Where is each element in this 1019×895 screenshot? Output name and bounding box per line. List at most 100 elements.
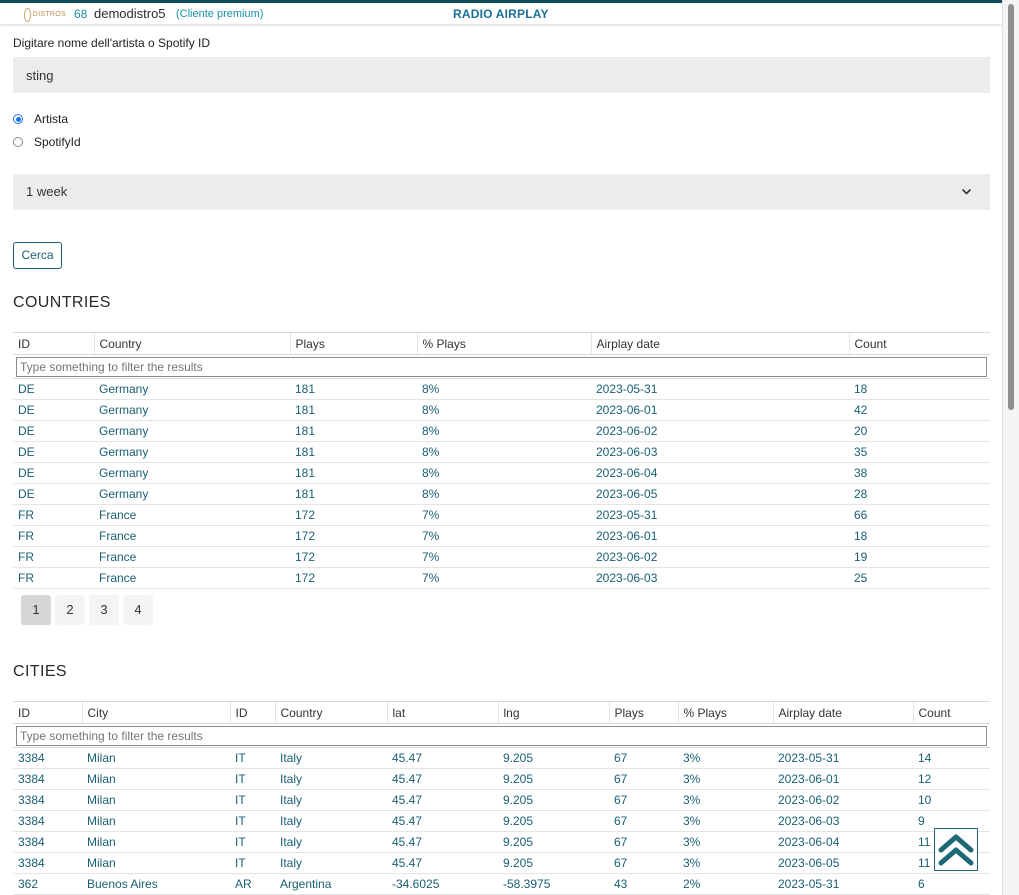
city-row-cell: 67 [609, 810, 678, 832]
col-header-country[interactable]: Country [274, 701, 387, 724]
logo-swirl-icon [24, 7, 31, 22]
city-row-cell: Milan [82, 831, 230, 853]
city-row-cell: Italy [275, 747, 387, 769]
scrollbar-thumb[interactable] [1008, 4, 1014, 410]
cities-header-row: ID City ID Country lat lng Plays % Plays… [13, 701, 990, 724]
country-row-cell: 19 [849, 546, 990, 568]
country-row-cell: 172 [290, 567, 417, 589]
col-header-plays[interactable]: Plays [289, 332, 417, 355]
country-row[interactable]: FR France 172 7% 2023-05-31 66 [13, 504, 990, 526]
country-row[interactable]: DE Germany 181 8% 2023-06-01 42 [13, 399, 990, 421]
countries-filter-input[interactable] [16, 356, 987, 377]
col-header-plays[interactable]: Plays [608, 701, 678, 724]
country-row-cell: France [94, 525, 290, 547]
city-row-cell: 3384 [13, 789, 82, 811]
scroll-top-button[interactable] [934, 828, 978, 871]
country-row-cell: 20 [849, 420, 990, 442]
country-row-cell: FR [13, 546, 94, 568]
country-row-cell: France [94, 546, 290, 568]
country-row-cell: 2023-05-31 [591, 378, 849, 400]
country-row-cell: 8% [417, 462, 591, 484]
country-row-cell: DE [13, 483, 94, 505]
page-button-3[interactable]: 3 [89, 595, 119, 625]
country-row[interactable]: DE Germany 181 8% 2023-06-03 35 [13, 441, 990, 463]
city-row-cell: -58.3975 [498, 873, 609, 895]
page-button-2[interactable]: 2 [55, 595, 85, 625]
username[interactable]: demodistro5 [94, 6, 166, 21]
country-row-cell: 38 [849, 462, 990, 484]
city-row-cell: Italy [275, 768, 387, 790]
city-row[interactable]: 3384 Milan IT Italy 45.47 9.205 67 3% 2023-06-04… [13, 831, 990, 853]
col-header-percent-plays[interactable]: % Plays [677, 701, 773, 724]
city-row-cell: 67 [609, 747, 678, 769]
country-row[interactable]: FR France 172 7% 2023-06-01 18 [13, 525, 990, 547]
radio-artista[interactable]: Artista [13, 112, 68, 126]
city-row-cell: Buenos Aires [82, 873, 230, 895]
col-header-count[interactable]: Count [912, 701, 990, 724]
city-row-cell: 362 [13, 873, 82, 895]
radio-spotifyid-dot[interactable] [13, 137, 23, 147]
col-header-airplay-date[interactable]: Airplay date [590, 332, 849, 355]
country-row-cell: Germany [94, 399, 290, 421]
city-row-cell: Milan [82, 810, 230, 832]
city-row-cell: 3% [678, 747, 773, 769]
country-row-cell: Germany [94, 441, 290, 463]
country-row-cell: 181 [290, 462, 417, 484]
city-row-cell: 9.205 [498, 747, 609, 769]
country-row[interactable]: DE Germany 181 8% 2023-06-04 38 [13, 462, 990, 484]
city-row-cell: 67 [609, 831, 678, 853]
city-row-cell: 3% [678, 768, 773, 790]
city-row[interactable]: 3384 Milan IT Italy 45.47 9.205 67 3% 2023-06-01… [13, 768, 990, 790]
artist-search-input[interactable] [13, 57, 990, 93]
country-row-cell: FR [13, 504, 94, 526]
period-select[interactable]: 1 week [13, 174, 990, 210]
country-row[interactable]: DE Germany 181 8% 2023-06-05 28 [13, 483, 990, 505]
city-row-cell: 3384 [13, 831, 82, 853]
page-button-1[interactable]: 1 [21, 595, 51, 625]
country-row-cell: 2023-06-04 [591, 462, 849, 484]
cerca-button[interactable]: Cerca [13, 242, 62, 269]
city-row-cell: Milan [82, 768, 230, 790]
col-header-id[interactable]: ID [13, 332, 94, 355]
radio-artista-dot[interactable] [13, 114, 23, 124]
page-button-4[interactable]: 4 [123, 595, 153, 625]
double-chevron-up-icon [938, 834, 974, 866]
city-row-cell: 43 [609, 873, 678, 895]
col-header-country-id[interactable]: ID [229, 701, 275, 724]
col-header-lat[interactable]: lat [386, 701, 498, 724]
city-row-cell: 3384 [13, 768, 82, 790]
country-row[interactable]: DE Germany 181 8% 2023-06-02 20 [13, 420, 990, 442]
city-row-cell: 3% [678, 852, 773, 874]
country-row[interactable]: FR France 172 7% 2023-06-02 19 [13, 546, 990, 568]
city-row-cell: 45.47 [387, 831, 498, 853]
col-header-lng[interactable]: lng [497, 701, 609, 724]
city-row-cell: 2023-06-02 [773, 789, 913, 811]
city-row-cell: 3% [678, 831, 773, 853]
cities-filter-input[interactable] [16, 725, 987, 746]
col-header-country[interactable]: Country [93, 332, 290, 355]
logo-text: DISTROS [32, 11, 66, 18]
col-header-percent-plays[interactable]: % Plays [416, 332, 591, 355]
distros-logo[interactable]: DISTROS [24, 6, 66, 23]
col-header-city[interactable]: City [81, 701, 230, 724]
city-row-cell: 3384 [13, 747, 82, 769]
city-row[interactable]: 3384 Milan IT Italy 45.47 9.205 67 3% 2023-06-05… [13, 852, 990, 874]
countries-header-row: ID Country Plays % Plays Airplay date Co… [13, 332, 990, 355]
col-header-count[interactable]: Count [848, 332, 990, 355]
city-row-cell: -34.6025 [387, 873, 498, 895]
col-header-city-id[interactable]: ID [13, 701, 82, 724]
country-row-cell: 18 [849, 525, 990, 547]
city-row[interactable]: 3384 Milan IT Italy 45.47 9.205 67 3% 2023-06-03… [13, 810, 990, 832]
radio-spotifyid[interactable]: SpotifyId [13, 135, 81, 149]
premium-badge: (Cliente premium) [176, 8, 264, 20]
page-scrollbar[interactable] [1002, 0, 1019, 895]
city-row-cell: 9.205 [498, 852, 609, 874]
country-row-cell: 2023-06-02 [591, 420, 849, 442]
city-row[interactable]: 3384 Milan IT Italy 45.47 9.205 67 3% 2023-06-02… [13, 789, 990, 811]
city-row[interactable]: 3384 Milan IT Italy 45.47 9.205 67 3% 2023-05-31… [13, 747, 990, 769]
country-row[interactable]: DE Germany 181 8% 2023-05-31 18 [13, 378, 990, 400]
city-row[interactable]: 362 Buenos Aires AR Argentina -34.6025 -58.39… [13, 873, 990, 895]
col-header-airplay-date[interactable]: Airplay date [772, 701, 913, 724]
city-row-cell: IT [230, 747, 275, 769]
country-row[interactable]: FR France 172 7% 2023-06-03 25 [13, 567, 990, 589]
